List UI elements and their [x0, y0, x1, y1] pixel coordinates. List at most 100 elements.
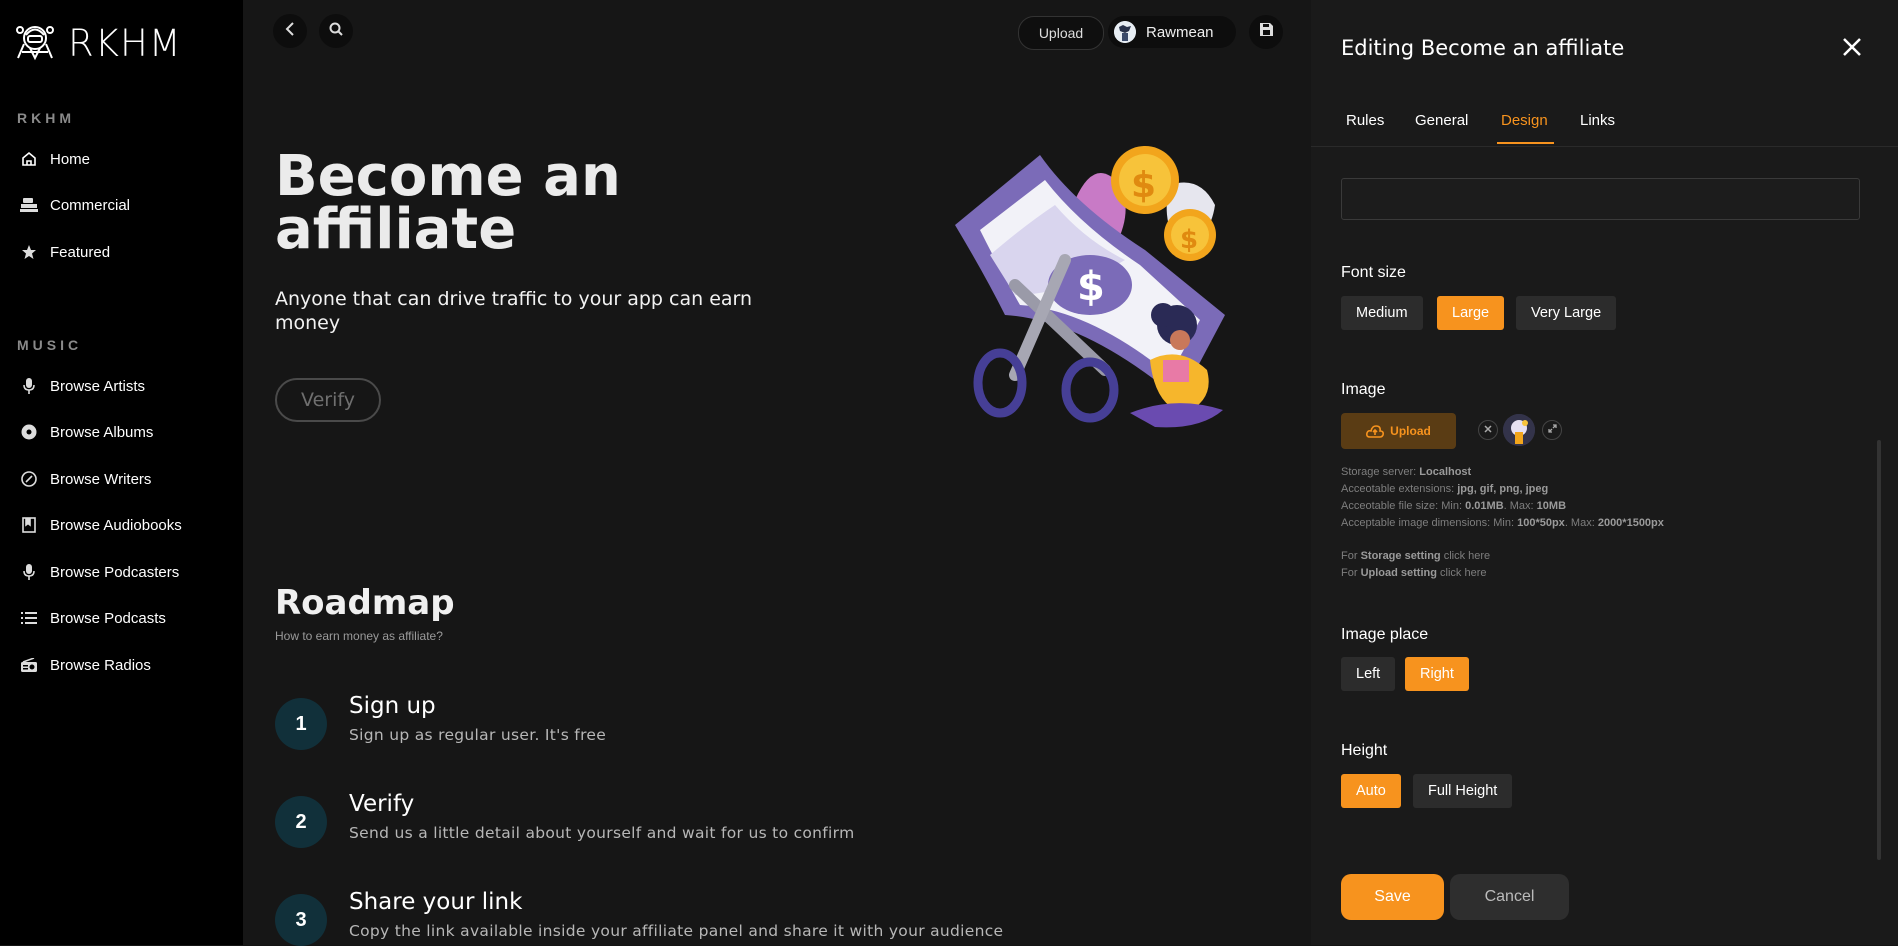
search-button[interactable] [319, 14, 353, 48]
panel-title: Editing Become an affiliate [1341, 36, 1625, 60]
svg-text:$: $ [1077, 264, 1105, 310]
image-thumbnail[interactable] [1503, 414, 1535, 446]
active-tab-indicator [1497, 142, 1554, 144]
font-size-medium-button[interactable]: Medium [1341, 296, 1423, 330]
logo-mark-icon [12, 18, 58, 69]
user-name: Rawmean [1146, 23, 1214, 41]
height-auto-button[interactable]: Auto [1341, 774, 1401, 808]
sidebar-item-featured[interactable]: Featured [20, 237, 110, 267]
cloud-upload-icon [1366, 424, 1385, 438]
tab-rules[interactable]: Rules [1346, 112, 1384, 129]
sidebar-item-commercial[interactable]: Commercial [20, 190, 130, 220]
sidebar-item-label: Browse Radios [50, 656, 151, 674]
expand-icon [1547, 424, 1557, 436]
section-title-music: MUSIC [17, 337, 83, 353]
chevron-left-icon [284, 21, 296, 42]
dimensions-info: Acceptable image dimensions: Min: 100*50… [1341, 517, 1664, 529]
sidebar-item-label: Featured [50, 243, 111, 261]
height-full-button[interactable]: Full Height [1413, 774, 1513, 808]
affiliate-illustration: $ $ $ [945, 145, 1245, 440]
tab-general[interactable]: General [1415, 112, 1468, 129]
image-upload-button[interactable]: Upload [1341, 413, 1456, 449]
sidebar-item-label: Browse Podcasts [50, 609, 166, 627]
save-icon [1259, 23, 1273, 41]
upload-setting-link[interactable]: For Upload setting click here [1341, 567, 1486, 579]
disc-icon [20, 423, 38, 441]
cancel-button[interactable]: Cancel [1450, 874, 1569, 920]
tab-divider [1311, 146, 1898, 147]
tab-links[interactable]: Links [1580, 112, 1615, 129]
sidebar-item-browse-albums[interactable]: Browse Albums [20, 417, 153, 447]
sidebar-item-home[interactable]: Home [20, 144, 90, 174]
roadmap-subtitle: How to earn money as affiliate? [275, 629, 443, 643]
hero-title: Become an affiliate [275, 144, 621, 262]
height-label: Height [1341, 742, 1388, 759]
sidebar-item-label: Browse Artists [50, 377, 146, 395]
sidebar-item-label: Commercial [50, 196, 131, 214]
image-label: Image [1341, 381, 1386, 398]
user-menu[interactable]: Rawmean [1108, 16, 1236, 48]
avatar [1114, 21, 1136, 43]
step-number: 2 [275, 796, 327, 848]
sidebar-item-label: Browse Albums [50, 423, 154, 441]
hero-subtitle: Anyone that can drive traffic to your ap… [275, 288, 753, 334]
extensions-info: Acceotable extensions: jpg, gif, png, jp… [1341, 483, 1549, 495]
sidebar-item-label: Browse Writers [50, 470, 152, 488]
file-size-info: Acceotable file size: Min: 0.01MB. Max: … [1341, 500, 1567, 512]
sidebar-item-browse-artists[interactable]: Browse Artists [20, 371, 145, 401]
storage-setting-link[interactable]: For Storage setting click here [1341, 550, 1490, 562]
upload-button[interactable]: Upload [1018, 16, 1104, 50]
close-button[interactable] [1839, 36, 1865, 62]
sidebar-item-browse-writers[interactable]: Browse Writers [20, 464, 151, 494]
book-icon [20, 516, 38, 534]
image-upload-label: Upload [1390, 424, 1431, 438]
step-number: 3 [275, 894, 327, 946]
svg-text:$: $ [1131, 165, 1156, 206]
save-button[interactable]: Save [1341, 874, 1444, 920]
expand-image-button[interactable] [1542, 420, 1562, 440]
storage-server-info: Storage server: Localhost [1341, 466, 1472, 478]
brand-name: RKHM [68, 22, 182, 65]
microphone-icon [20, 563, 38, 581]
sidebar-item-browse-podcasts[interactable]: Browse Podcasts [20, 603, 166, 633]
image-place-left-button[interactable]: Left [1341, 657, 1396, 691]
step-description: Send us a little detail about yourself a… [349, 824, 855, 842]
star-icon [20, 243, 38, 261]
step-title: Share your link [349, 889, 523, 915]
section-title-main: RKHM [17, 110, 75, 126]
roadmap-title: Roadmap [275, 583, 455, 623]
font-size-large-button[interactable]: Large [1437, 296, 1505, 330]
font-size-label: Font size [1341, 264, 1406, 281]
text-input[interactable] [1341, 178, 1860, 220]
sidebar-item-label: Browse Podcasters [50, 563, 180, 581]
home-icon [20, 150, 38, 168]
commercial-icon [20, 196, 38, 214]
close-icon [1842, 37, 1862, 62]
sidebar: RKHM RKHM Home Commercial Featured MUSIC… [0, 0, 243, 945]
step-number: 1 [275, 698, 327, 750]
font-size-very-large-button[interactable]: Very Large [1516, 296, 1617, 330]
step-title: Sign up [349, 693, 436, 719]
sidebar-item-label: Browse Audiobooks [50, 516, 182, 534]
close-small-icon [1484, 424, 1492, 436]
save-page-button[interactable] [1249, 15, 1283, 49]
radio-icon [20, 656, 38, 674]
list-icon [20, 609, 38, 627]
sidebar-item-label: Home [50, 150, 91, 168]
sidebar-item-browse-radios[interactable]: Browse Radios [20, 650, 151, 680]
tab-design[interactable]: Design [1501, 112, 1548, 129]
svg-text:$: $ [1180, 225, 1198, 255]
sidebar-item-browse-audiobooks[interactable]: Browse Audiobooks [20, 510, 182, 540]
image-place-right-button[interactable]: Right [1405, 657, 1469, 691]
image-place-label: Image place [1341, 626, 1429, 643]
panel-scrollbar[interactable] [1877, 440, 1881, 860]
back-button[interactable] [273, 14, 307, 48]
microphone-icon [20, 377, 38, 395]
remove-image-button[interactable] [1478, 420, 1498, 440]
compass-icon [20, 470, 38, 488]
search-icon [329, 22, 343, 41]
sidebar-item-browse-podcasters[interactable]: Browse Podcasters [20, 557, 179, 587]
brand-logo[interactable]: RKHM [12, 18, 182, 69]
verify-button[interactable]: Verify [275, 378, 381, 422]
step-description: Copy the link available inside your affi… [349, 922, 1004, 940]
